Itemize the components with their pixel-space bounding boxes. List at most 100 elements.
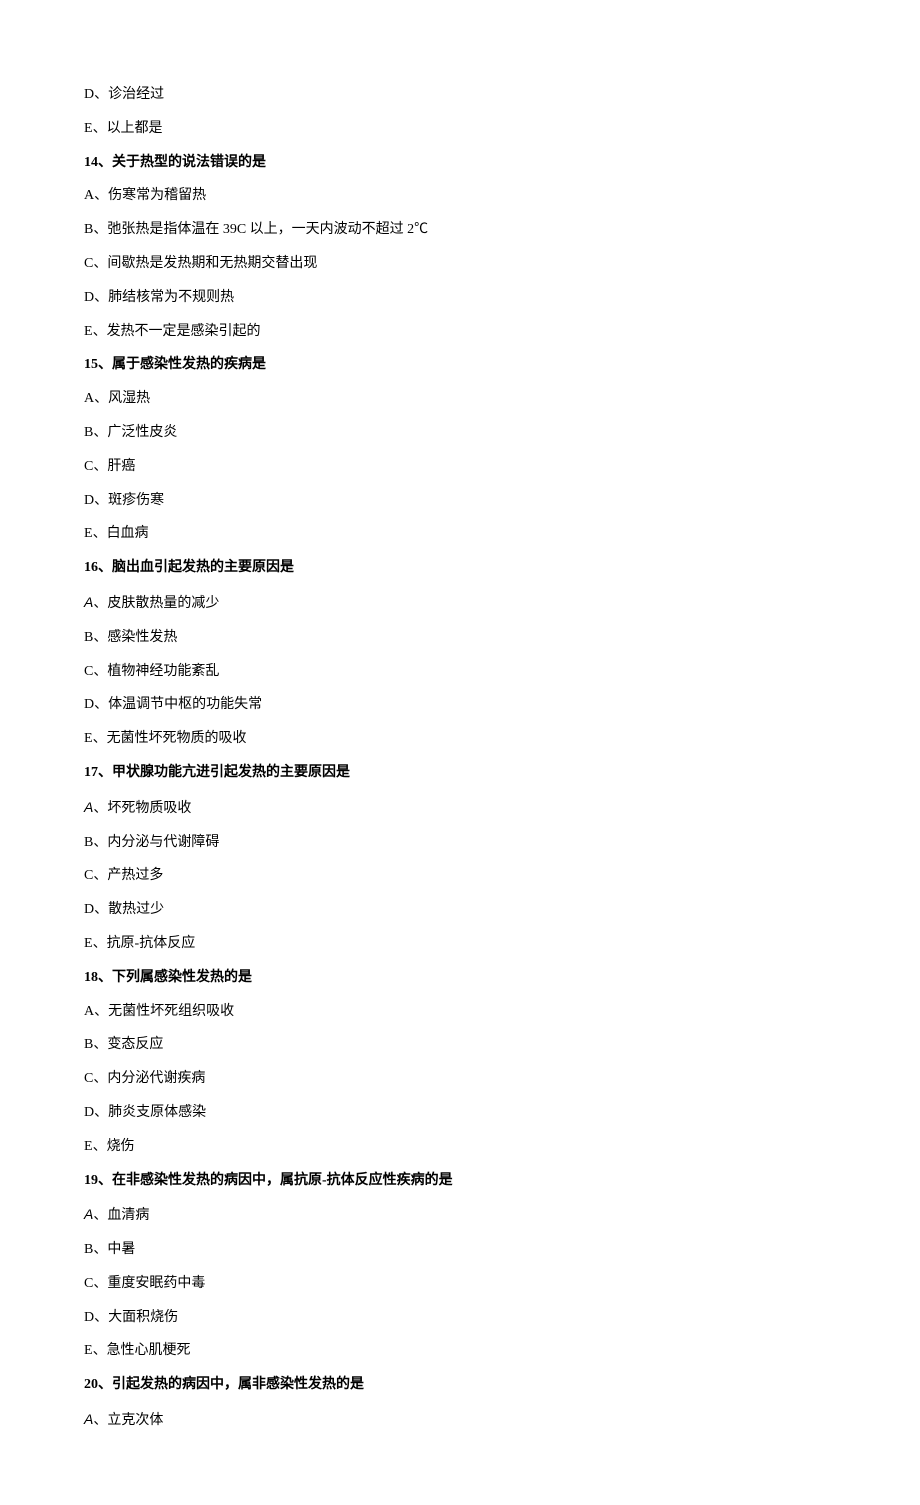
option-line: D、诊治经过 [84,85,836,105]
question-stem: 16、脑出血引起发热的主要原因是 [84,558,836,578]
option-text: 中暑 [107,1242,135,1257]
option-text: 血清病 [107,1208,149,1223]
option-line: A、坏死物质吸收 [84,797,836,819]
question-number: 19 [84,1173,98,1188]
option-line: B、弛张热是指体温在 39C 以上，一天内波动不超过 2℃ [84,220,836,240]
option-line: C、植物神经功能紊乱 [84,662,836,682]
question-stem-text: 甲状腺功能亢进引起发热的主要原因是 [112,765,350,780]
option-line: C、内分泌代谢疾病 [84,1069,836,1089]
option-text: 变态反应 [107,1037,163,1052]
option-text: 大面积烧伤 [108,1310,178,1325]
option-letter: B [84,1037,93,1052]
option-line: B、感染性发热 [84,628,836,648]
option-letter: D [84,697,94,712]
option-line: D、肺结核常为不规则热 [84,288,836,308]
option-line: D、体温调节中枢的功能失常 [84,695,836,715]
option-line: B、变态反应 [84,1035,836,1055]
option-text: 广泛性皮炎 [107,425,177,440]
option-line: B、中暑 [84,1240,836,1260]
option-text: 无菌性坏死组织吸收 [108,1004,234,1019]
question-number: 18 [84,970,98,985]
option-letter: A [84,391,94,406]
option-line: E、白血病 [84,524,836,544]
option-line: C、肝癌 [84,457,836,477]
option-letter: D [84,1105,94,1120]
option-line: A、皮肤散热量的减少 [84,592,836,614]
option-text: 伤寒常为稽留热 [108,188,206,203]
option-text: 风湿热 [108,391,150,406]
option-letter: B [84,835,93,850]
option-line: D、大面积烧伤 [84,1308,836,1328]
option-line: C、产热过多 [84,866,836,886]
option-text: 立克次体 [107,1413,163,1428]
question-number: 15 [84,357,98,372]
option-line: A、血清病 [84,1204,836,1226]
option-text: 白血病 [107,526,149,541]
option-text: 体温调节中枢的功能失常 [108,697,262,712]
option-text: 弛张热是指体温在 39C 以上，一天内波动不超过 2℃ [107,222,428,237]
option-line: E、烧伤 [84,1137,836,1157]
option-letter: E [84,324,93,339]
option-letter: E [84,121,93,136]
option-line: D、散热过少 [84,900,836,920]
option-letter: B [84,630,93,645]
question-stem-text: 关于热型的说法错误的是 [112,155,266,170]
option-letter: D [84,902,94,917]
option-line: A、无菌性坏死组织吸收 [84,1002,836,1022]
option-letter: E [84,731,93,746]
option-letter: D [84,290,94,305]
option-line: C、重度安眠药中毒 [84,1274,836,1294]
option-letter: C [84,1276,93,1291]
option-text: 皮肤散热量的减少 [107,596,219,611]
option-letter: A [84,188,94,203]
document-page: D、诊治经过 E、以上都是 14、关于热型的说法错误的是 A、伤寒常为稽留热 B、弛张热… [0,0,920,1505]
option-letter: B [84,425,93,440]
option-line: B、广泛性皮炎 [84,423,836,443]
option-line: A、风湿热 [84,389,836,409]
option-text: 发热不一定是感染引起的 [107,324,261,339]
option-letter: A [84,1004,94,1019]
option-letter: C [84,459,93,474]
option-letter: B [84,222,93,237]
option-letter: A [84,1411,93,1427]
option-line: A、伤寒常为稽留热 [84,186,836,206]
option-text: 内分泌与代谢障碍 [107,835,219,850]
option-line: E、发热不一定是感染引起的 [84,322,836,342]
option-letter: B [84,1242,93,1257]
option-text: 肺结核常为不规则热 [108,290,234,305]
option-line: A、立克次体 [84,1409,836,1431]
question-stem: 17、甲状腺功能亢进引起发热的主要原因是 [84,763,836,783]
question-stem-text: 属于感染性发热的疾病是 [112,357,266,372]
option-line: E、抗原-抗体反应 [84,934,836,954]
question-stem: 15、属于感染性发热的疾病是 [84,355,836,375]
option-letter: C [84,256,93,271]
question-number: 16 [84,560,98,575]
option-text: 植物神经功能紊乱 [107,664,219,679]
option-line: E、以上都是 [84,119,836,139]
option-letter: A [84,799,93,815]
option-text: 散热过少 [108,902,164,917]
option-line: B、内分泌与代谢障碍 [84,833,836,853]
question-number: 17 [84,765,98,780]
option-letter: C [84,664,93,679]
question-stem-text: 在非感染性发热的病因中，属抗原-抗体反应性疾病的是 [112,1173,453,1188]
option-line: C、间歇热是发热期和无热期交替出现 [84,254,836,274]
option-text: 重度安眠药中毒 [107,1276,205,1291]
option-text: 以上都是 [107,121,163,136]
option-letter: E [84,1343,93,1358]
option-text: 无菌性坏死物质的吸收 [107,731,247,746]
option-text: 急性心肌梗死 [107,1343,191,1358]
option-letter: E [84,526,93,541]
option-text: 诊治经过 [108,87,164,102]
option-text: 斑疹伤寒 [108,493,164,508]
question-stem: 14、关于热型的说法错误的是 [84,153,836,173]
option-line: D、斑疹伤寒 [84,491,836,511]
option-text: 感染性发热 [107,630,177,645]
option-letter: A [84,1206,93,1222]
option-text: 内分泌代谢疾病 [107,1071,205,1086]
option-text: 烧伤 [107,1139,135,1154]
option-text: 产热过多 [107,868,163,883]
option-text: 肝癌 [107,459,135,474]
question-stem: 18、下列属感染性发热的是 [84,968,836,988]
question-stem-text: 引起发热的病因中，属非感染性发热的是 [112,1377,364,1392]
